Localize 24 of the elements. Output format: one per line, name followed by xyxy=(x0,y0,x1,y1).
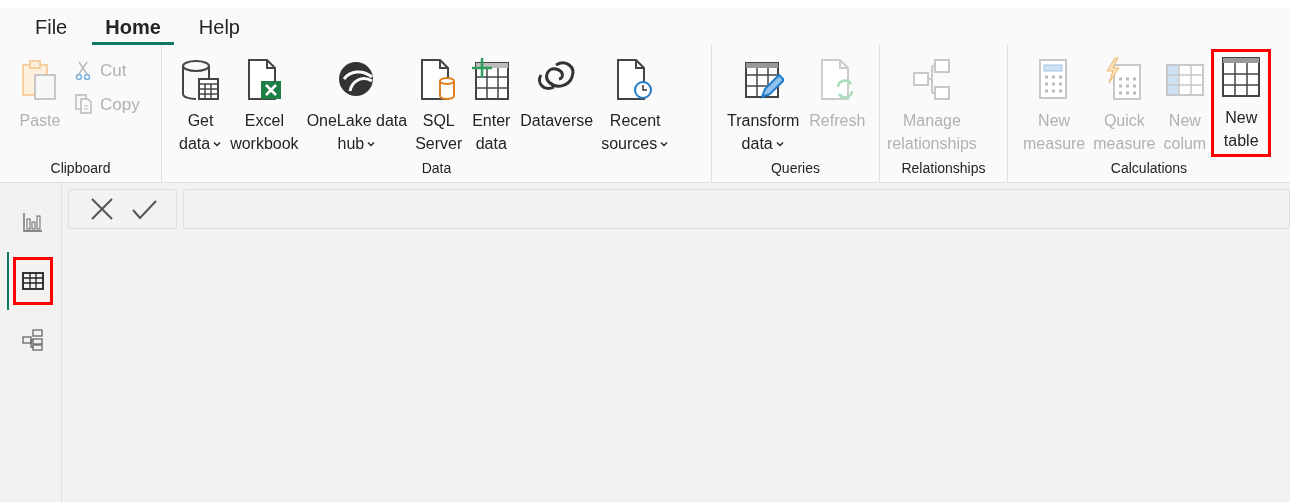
group-label: Data xyxy=(420,159,453,178)
group-label: Relationships xyxy=(900,159,987,178)
view-button[interactable] xyxy=(6,252,55,310)
group-label: Clipboard xyxy=(49,159,112,178)
ribbon-tab[interactable]: Help xyxy=(185,8,253,45)
group-label: Calculations xyxy=(1109,159,1189,178)
ribbon-button[interactable]: Excel workbook xyxy=(227,52,302,155)
diagram-icon xyxy=(910,57,953,103)
ribbon-button[interactable]: Enter data xyxy=(467,52,516,155)
bar-chart-icon xyxy=(20,210,45,234)
copy-icon xyxy=(74,93,94,116)
diagram-icon xyxy=(20,328,45,352)
ribbon-button[interactable]: Dataverse xyxy=(517,52,597,132)
table-icon xyxy=(20,269,45,293)
ribbon-button[interactable]: Recent sources xyxy=(598,52,673,155)
ribbon-button[interactable]: Get data xyxy=(176,52,226,155)
group-label: Queries xyxy=(770,159,821,178)
ribbon-button[interactable]: SQL Server xyxy=(412,52,466,155)
ribbon-button[interactable]: Transform data xyxy=(724,52,803,155)
database-table-icon xyxy=(179,57,222,103)
ribbon-tab[interactable]: File xyxy=(22,8,81,45)
ribbon-button[interactable]: New table xyxy=(1211,49,1272,157)
table-icon xyxy=(1220,54,1263,100)
ribbon-button[interactable]: OneLake data hub xyxy=(303,52,411,155)
